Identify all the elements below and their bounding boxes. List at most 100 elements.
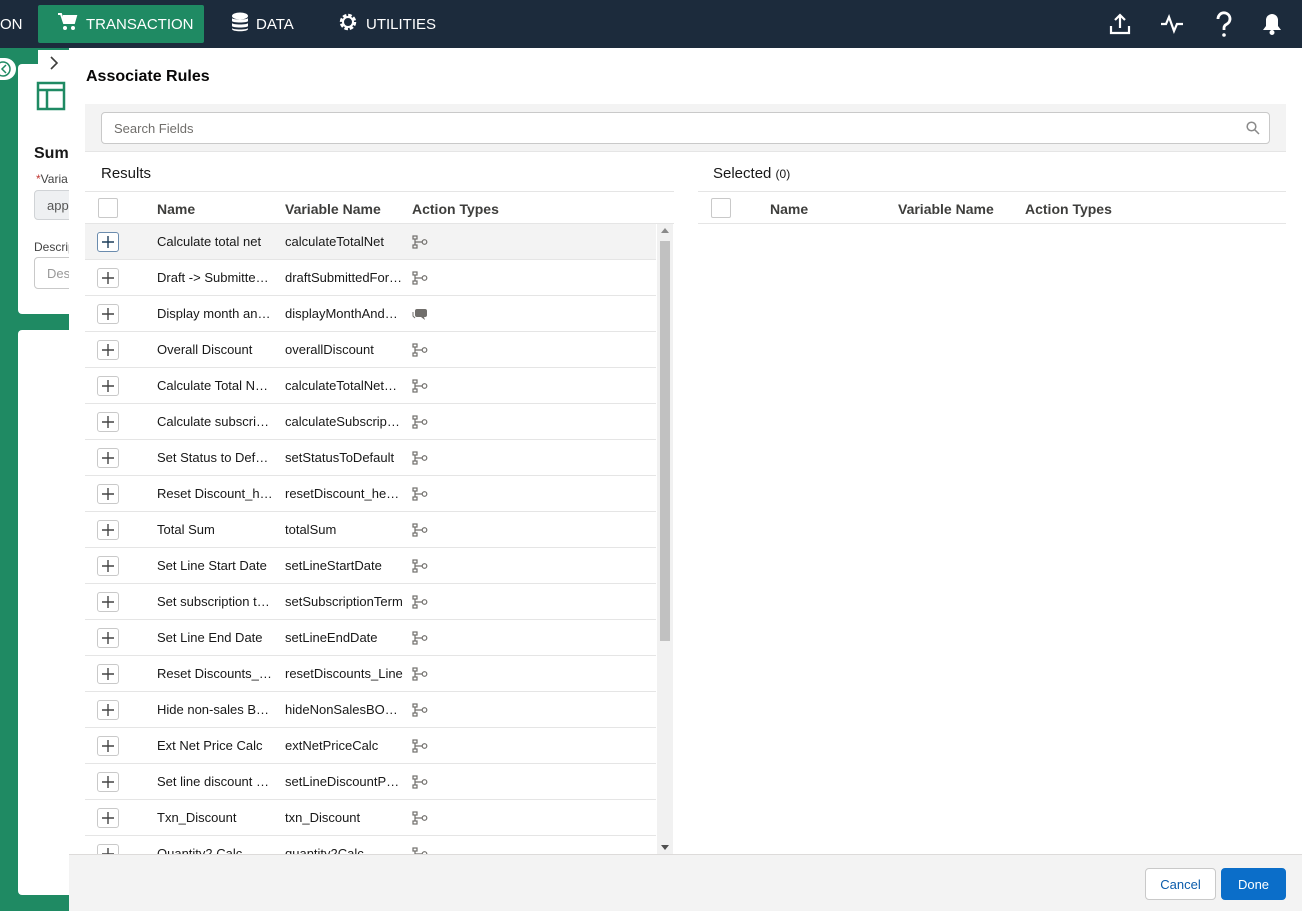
flow-icon xyxy=(412,343,428,362)
nav-item-data[interactable]: DATA xyxy=(232,0,294,48)
table-row[interactable]: Display month and year displayMonthAndYea… xyxy=(85,296,656,332)
flow-icon xyxy=(412,595,428,614)
table-row[interactable]: Overall Discount overallDiscount xyxy=(85,332,656,368)
flow-icon xyxy=(412,703,428,722)
flow-icon xyxy=(412,235,428,254)
rule-variable-name: totalSum xyxy=(285,522,337,537)
search-icon xyxy=(1246,121,1260,140)
table-row[interactable]: Set Line End Date setLineEndDate xyxy=(85,620,656,656)
notifications-button[interactable] xyxy=(1254,0,1290,48)
help-button[interactable] xyxy=(1206,0,1242,48)
scroll-up-arrow[interactable] xyxy=(661,228,669,233)
add-rule-button[interactable] xyxy=(97,268,119,288)
table-row[interactable]: Txn_Discount txn_Discount xyxy=(85,800,656,836)
column-header-name[interactable]: Name xyxy=(157,201,195,217)
selected-column-header-action[interactable]: Action Types xyxy=(1025,201,1112,217)
plus-icon xyxy=(102,488,114,500)
search-input[interactable] xyxy=(101,112,1270,144)
table-row[interactable]: Reset Discount_header resetDiscount_heade… xyxy=(85,476,656,512)
scroll-down-arrow[interactable] xyxy=(661,845,669,850)
nav-item-transaction[interactable]: TRANSACTION xyxy=(38,5,204,43)
add-rule-button[interactable] xyxy=(97,484,119,504)
rule-variable-name: txn_Discount xyxy=(285,810,361,825)
plus-icon xyxy=(102,380,114,392)
table-row[interactable]: Total Sum totalSum xyxy=(85,512,656,548)
table-row[interactable]: Set Line Start Date setLineStartDate xyxy=(85,548,656,584)
upload-button[interactable] xyxy=(1102,0,1138,48)
rule-name: Total Sum xyxy=(157,522,215,537)
table-row[interactable]: Calculate total net calculateTotalNet xyxy=(85,224,656,260)
plus-icon xyxy=(102,740,114,752)
rule-name: Calculate Total Net Price xyxy=(157,378,275,393)
add-rule-button[interactable] xyxy=(97,700,119,720)
plus-icon xyxy=(102,632,114,644)
flow-icon xyxy=(412,631,428,650)
activity-button[interactable] xyxy=(1154,0,1190,48)
add-rule-button[interactable] xyxy=(97,628,119,648)
add-rule-button[interactable] xyxy=(97,664,119,684)
rule-variable-name: resetDiscounts_Line xyxy=(285,666,403,681)
rule-name: Set line discount percent xyxy=(157,774,275,789)
associate-rules-modal: Associate Rules Results Selected (0) Nam… xyxy=(69,48,1302,911)
rule-name: Draft -> Submitted for approval xyxy=(157,270,275,285)
done-button[interactable]: Done xyxy=(1221,868,1286,900)
selected-column-header-variable[interactable]: Variable Name xyxy=(898,201,994,217)
add-rule-button[interactable] xyxy=(97,844,119,854)
add-rule-button[interactable] xyxy=(97,556,119,576)
table-row[interactable]: Set Status to Default setStatusToDefault xyxy=(85,440,656,476)
rule-name: Overall Discount xyxy=(157,342,253,357)
add-rule-button[interactable] xyxy=(97,232,119,252)
selected-column-header-name[interactable]: Name xyxy=(770,201,808,217)
cancel-button[interactable]: Cancel xyxy=(1145,868,1216,900)
table-row[interactable]: Calculate subscription term calculateSubs… xyxy=(85,404,656,440)
background-variable-label: *Varia xyxy=(36,172,68,186)
add-rule-button[interactable] xyxy=(97,412,119,432)
nav-prev-label: ON xyxy=(0,15,23,33)
flow-icon xyxy=(412,271,428,290)
nav-item-utilities[interactable]: UTILITIES xyxy=(338,0,436,48)
rule-variable-name: overallDiscount xyxy=(285,342,374,357)
select-all-checkbox[interactable] xyxy=(98,198,118,218)
table-row[interactable]: Calculate Total Net Price calculateTotalN… xyxy=(85,368,656,404)
nav-item-prev[interactable]: ON xyxy=(0,0,23,48)
add-rule-button[interactable] xyxy=(97,304,119,324)
flow-icon xyxy=(412,739,428,758)
column-header-action[interactable]: Action Types xyxy=(412,201,499,217)
expand-panel-button[interactable] xyxy=(38,50,70,76)
add-rule-button[interactable] xyxy=(97,592,119,612)
results-title: Results xyxy=(101,165,152,182)
table-row[interactable]: Reset Discounts_Line resetDiscounts_Line xyxy=(85,656,656,692)
add-rule-button[interactable] xyxy=(97,772,119,792)
add-rule-button[interactable] xyxy=(97,376,119,396)
activity-icon xyxy=(1161,13,1183,35)
add-rule-button[interactable] xyxy=(97,448,119,468)
table-row[interactable]: Hide non-sales BOM items hideNonSalesBOMI… xyxy=(85,692,656,728)
plus-icon xyxy=(102,416,114,428)
results-scrollbar[interactable] xyxy=(657,224,673,854)
table-row[interactable]: Quantity2 Calc quantity2Calc xyxy=(85,836,656,854)
add-rule-button[interactable] xyxy=(97,340,119,360)
table-row[interactable]: Set line discount percent setLineDiscount… xyxy=(85,764,656,800)
results-list: Calculate total net calculateTotalNet Draf… xyxy=(85,224,656,854)
plus-icon xyxy=(102,776,114,788)
plus-icon xyxy=(102,668,114,680)
results-table-header: Name Variable Name Action Types xyxy=(85,191,674,224)
add-rule-button[interactable] xyxy=(97,808,119,828)
rule-variable-name: calculateTotalNetPrice xyxy=(285,378,403,393)
add-rule-button[interactable] xyxy=(97,736,119,756)
add-rule-button[interactable] xyxy=(97,520,119,540)
chevron-right-icon xyxy=(50,56,59,70)
rule-variable-name: setSubscriptionTerm xyxy=(285,594,403,609)
table-row[interactable]: Set subscription term setSubscriptionTerm xyxy=(85,584,656,620)
modal-title: Associate Rules xyxy=(86,68,210,85)
plus-icon xyxy=(102,596,114,608)
gear-icon xyxy=(338,12,358,36)
column-header-variable[interactable]: Variable Name xyxy=(285,201,381,217)
table-row[interactable]: Ext Net Price Calc extNetPriceCalc xyxy=(85,728,656,764)
selected-select-all-checkbox[interactable] xyxy=(711,198,731,218)
flow-icon xyxy=(412,451,428,470)
back-handle[interactable] xyxy=(0,58,16,80)
scroll-thumb[interactable] xyxy=(660,241,670,641)
flow-icon xyxy=(412,487,428,506)
table-row[interactable]: Draft -> Submitted for approval draftSubm… xyxy=(85,260,656,296)
